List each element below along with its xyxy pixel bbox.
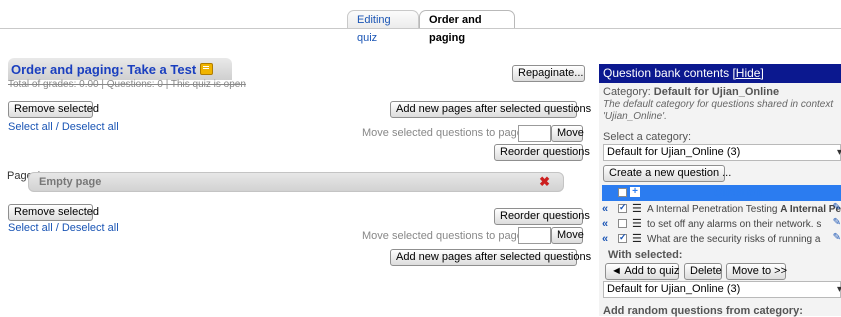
select-category-label: Select a category: bbox=[603, 131, 692, 143]
select-all-link[interactable]: Select all bbox=[8, 222, 53, 234]
reorder-questions-button-top[interactable]: Reorder questions bbox=[494, 144, 590, 161]
add-to-quiz-icon[interactable]: « bbox=[602, 203, 608, 215]
question-table-header: + Question bbox=[602, 185, 841, 201]
select-all-checkbox[interactable] bbox=[618, 188, 627, 197]
tab-order-and-paging[interactable]: Order and paging bbox=[419, 10, 515, 44]
question-text-plain: A Internal Penetration Testing bbox=[647, 204, 781, 215]
page-title: Order and paging: Take a Test bbox=[11, 62, 214, 77]
move-to-page-label-bottom: Move selected questions to page: bbox=[362, 230, 526, 242]
question-checkbox[interactable] bbox=[618, 219, 627, 228]
question-bank-header: Question bank contents [Hide] bbox=[599, 64, 841, 83]
question-bank-title: Question bank contents bbox=[603, 66, 730, 80]
category-prefix: Category: bbox=[603, 86, 651, 98]
question-text: A Internal Penetration Testing A Interna… bbox=[647, 204, 841, 215]
edit-icon[interactable]: ✎ bbox=[833, 202, 841, 213]
deselect-all-link[interactable]: Deselect all bbox=[62, 222, 119, 234]
remove-selected-button-bottom[interactable]: Remove selected bbox=[8, 204, 99, 221]
chevron-down-icon: ▾ bbox=[836, 147, 841, 158]
quiz-summary: Total of grades: 0.00 | Questions: 0 | T… bbox=[8, 79, 246, 90]
tab-editing-quiz[interactable]: Editing quiz bbox=[347, 10, 419, 44]
move-to-page-input-top[interactable] bbox=[518, 125, 551, 142]
repaginate-button[interactable]: Repaginate... bbox=[512, 65, 585, 82]
target-category-select[interactable]: Default for Ujian_Online (3) ▾ bbox=[603, 281, 841, 298]
create-new-question-button[interactable]: Create a new question ... bbox=[603, 165, 731, 182]
question-text: What are the security risks of running a bbox=[647, 234, 821, 245]
question-checkbox[interactable] bbox=[618, 232, 627, 243]
category-select-value: Default for Ujian_Online (3) bbox=[607, 146, 741, 158]
delete-button[interactable]: Delete bbox=[684, 263, 722, 280]
delete-page-icon[interactable]: ✖ bbox=[539, 174, 550, 190]
edit-icon[interactable]: ✎ bbox=[833, 217, 841, 228]
hide-link[interactable]: [Hide] bbox=[732, 66, 763, 80]
select-links-bottom: Select all / Deselect all bbox=[8, 222, 119, 234]
select-links-top: Select all / Deselect all bbox=[8, 121, 119, 133]
select-all-link[interactable]: Select all bbox=[8, 121, 53, 133]
move-to-button[interactable]: Move to >> bbox=[726, 263, 787, 280]
deselect-all-link[interactable]: Deselect all bbox=[62, 121, 119, 133]
link-separator: / bbox=[52, 121, 62, 133]
remove-selected-button-top[interactable]: Remove selected bbox=[8, 101, 99, 118]
add-to-quiz-icon[interactable]: « bbox=[602, 218, 608, 230]
link-separator: / bbox=[52, 222, 62, 234]
sort-icon[interactable]: + bbox=[630, 187, 640, 197]
question-row: « ☰ A Internal Penetration Testing A Int… bbox=[602, 201, 841, 217]
chevron-down-icon: ▾ bbox=[836, 284, 841, 295]
tab-divider bbox=[0, 28, 841, 29]
question-text: to set off any alarms on their network. … bbox=[647, 219, 822, 230]
multichoice-icon: ☰ bbox=[632, 203, 642, 215]
category-select[interactable]: Default for Ujian_Online (3) ▾ bbox=[603, 144, 841, 161]
category-description: The default category for questions share… bbox=[603, 99, 834, 122]
move-to-page-label-top: Move selected questions to page: bbox=[362, 127, 526, 139]
add-new-pages-button-top[interactable]: Add new pages after selected questions bbox=[390, 101, 591, 118]
move-button-bottom[interactable]: Move bbox=[551, 227, 584, 244]
target-category-value: Default for Ujian_Online (3) bbox=[607, 283, 741, 295]
question-row: « ☰ What are the security risks of runni… bbox=[602, 231, 841, 247]
add-to-quiz-icon[interactable]: « bbox=[602, 233, 608, 245]
multichoice-icon: ☰ bbox=[632, 233, 642, 245]
add-to-quiz-button[interactable]: ◄ Add to quiz bbox=[605, 263, 679, 280]
question-row: « ☰ to set off any alarms on their netwo… bbox=[602, 216, 841, 232]
category-name: Default for Ujian_Online bbox=[653, 86, 780, 98]
move-to-page-input-bottom[interactable] bbox=[518, 227, 551, 244]
category-line: Category: Default for Ujian_Online bbox=[603, 86, 779, 98]
question-column-header: Question bbox=[714, 187, 762, 199]
empty-page-text: Empty page bbox=[39, 176, 102, 188]
page-1-bar: Empty page ✖ bbox=[28, 172, 564, 192]
question-checkbox[interactable] bbox=[618, 202, 627, 213]
question-bank-panel: Question bank contents [Hide] Category: … bbox=[599, 64, 841, 317]
move-button-top[interactable]: Move bbox=[551, 125, 584, 142]
add-new-pages-button-bottom[interactable]: Add new pages after selected questions bbox=[390, 249, 591, 266]
with-selected-label: With selected: bbox=[608, 249, 683, 261]
edit-icon[interactable]: ✎ bbox=[833, 232, 841, 243]
multichoice-icon: ☰ bbox=[632, 218, 642, 230]
reorder-questions-button-bottom[interactable]: Reorder questions bbox=[494, 208, 590, 225]
quiz-icon bbox=[200, 63, 214, 75]
add-random-label: Add random questions from category: bbox=[603, 305, 803, 317]
page-title-text: Order and paging: Take a Test bbox=[11, 62, 197, 77]
